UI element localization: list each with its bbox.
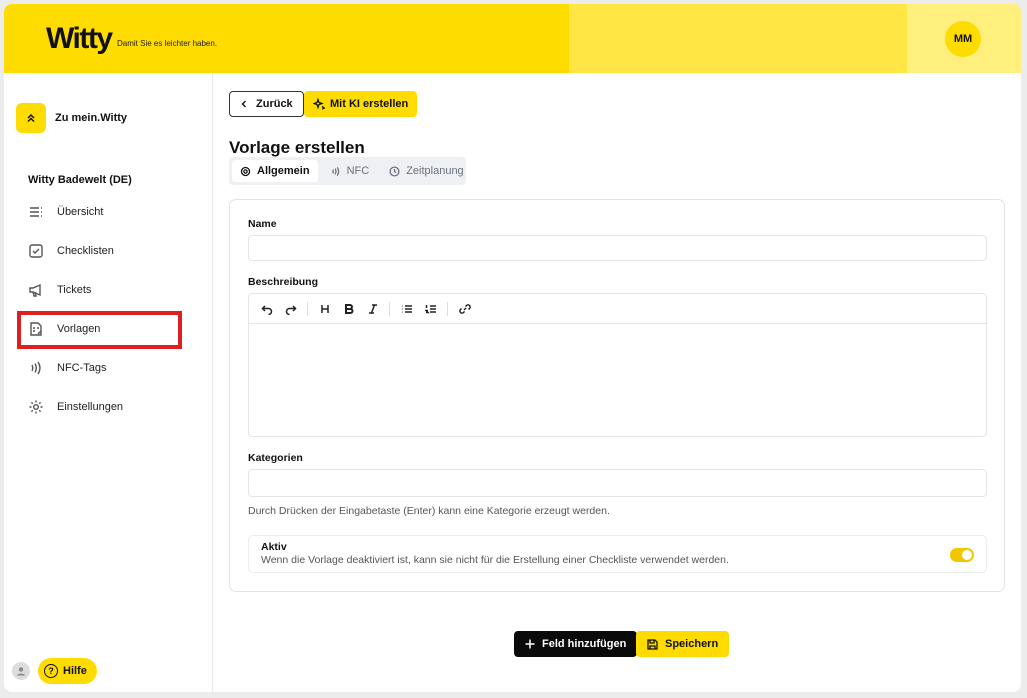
megaphone-icon [29, 283, 41, 297]
name-label: Name [248, 218, 277, 230]
vorlagen-highlight-box [17, 311, 182, 349]
sidebar-item-nfc-tags[interactable]: NFC-Tags [28, 355, 107, 381]
sidebar-item-label: Einstellungen [57, 401, 124, 413]
tab-nfc[interactable]: NFC [322, 160, 378, 182]
clock-icon [389, 165, 400, 177]
description-editor [248, 293, 987, 437]
help-label: Hilfe [63, 665, 87, 677]
app-window: Witty Damit Sie es leichter haben. MM Zu… [4, 4, 1021, 692]
sidebar-item-uebersicht[interactable]: Übersicht [28, 199, 103, 225]
gear-icon [29, 400, 43, 414]
add-field-button[interactable]: Feld hinzufügen [514, 631, 638, 657]
sidebar: Zu mein.Witty Witty Badewelt (DE) Übersi… [4, 73, 213, 692]
tab-bar: Allgemein NFC Zeitplanung [229, 157, 466, 185]
categories-label: Kategorien [248, 452, 303, 464]
save-icon [647, 638, 658, 650]
editor-toolbar [249, 294, 986, 324]
sidebar-item-label: Checklisten [57, 245, 114, 257]
page-title: Vorlage erstellen [229, 138, 365, 157]
back-button-label: Zurück [256, 98, 293, 110]
heading-icon[interactable] [314, 298, 335, 319]
sidebar-item-einstellungen[interactable]: Einstellungen [28, 394, 123, 420]
tab-zeitplanung[interactable]: Zeitplanung [381, 160, 472, 182]
top-header: Witty Damit Sie es leichter haben. MM [4, 4, 1021, 73]
tab-label: Allgemein [257, 165, 310, 177]
help-button[interactable]: ? Hilfe [38, 658, 97, 684]
name-input[interactable] [248, 235, 987, 261]
plus-icon [525, 639, 535, 649]
sidebar-item-tickets[interactable]: Tickets [28, 277, 91, 303]
save-label: Speichern [665, 638, 719, 650]
active-toggle[interactable] [950, 548, 974, 562]
question-icon: ? [44, 664, 58, 678]
ordered-list-icon[interactable] [420, 298, 441, 319]
sidebar-item-checklisten[interactable]: Checklisten [28, 238, 114, 264]
active-description: Wenn die Vorlage deaktiviert ist, kann s… [261, 554, 729, 566]
mini-avatar-icon[interactable] [12, 662, 30, 680]
create-with-ai-button[interactable]: Mit KI erstellen [304, 91, 418, 117]
nfc-icon [331, 166, 339, 176]
checkbox-icon [29, 244, 43, 258]
list-icon [30, 207, 42, 217]
back-to-mein-witty-button[interactable]: Zu mein.Witty [16, 103, 127, 133]
user-avatar[interactable]: MM [945, 21, 981, 57]
back-to-mein-witty-label: Zu mein.Witty [55, 112, 128, 124]
save-button[interactable]: Speichern [636, 631, 730, 657]
link-icon[interactable] [454, 298, 475, 319]
tagline: Damit Sie es leichter haben. [117, 39, 218, 48]
tab-label: NFC [346, 165, 370, 177]
redo-icon[interactable] [280, 298, 301, 319]
main-content: Zurück Mit KI erstellen Vorlage erstelle… [214, 73, 1021, 692]
create-with-ai-label: Mit KI erstellen [330, 98, 409, 110]
sidebar-item-label: Tickets [57, 284, 92, 296]
tab-allgemein[interactable]: Allgemein [232, 160, 318, 182]
back-button[interactable]: Zurück [229, 91, 304, 117]
sparkles-icon [313, 98, 325, 110]
active-title: Aktiv [261, 541, 287, 553]
tab-label: Zeitplanung [406, 165, 464, 177]
bullet-list-icon[interactable] [396, 298, 417, 319]
form-card: Name Beschreibung Kategorien Durch Drück… [229, 199, 1005, 592]
gear-icon [240, 166, 251, 176]
description-text-area[interactable] [249, 324, 986, 436]
organization-name: Witty Badewelt (DE) [28, 174, 132, 186]
undo-icon[interactable] [256, 298, 277, 319]
add-field-label: Feld hinzufügen [542, 638, 627, 650]
sidebar-item-label: NFC-Tags [57, 362, 107, 374]
bold-icon[interactable] [338, 298, 359, 319]
categories-hint: Durch Drücken der Eingabetaste (Enter) k… [248, 505, 610, 517]
sidebar-item-label: Übersicht [57, 206, 104, 218]
witty-logo[interactable]: Witty [46, 22, 113, 56]
help-area: ? Hilfe [12, 658, 97, 684]
description-label: Beschreibung [248, 276, 319, 288]
italic-icon[interactable] [362, 298, 383, 319]
nfc-icon [31, 361, 41, 375]
chevron-left-icon [241, 100, 246, 108]
chevrons-up-icon [16, 103, 46, 133]
active-setting: Aktiv Wenn die Vorlage deaktiviert ist, … [248, 535, 987, 573]
categories-input[interactable] [248, 469, 987, 497]
